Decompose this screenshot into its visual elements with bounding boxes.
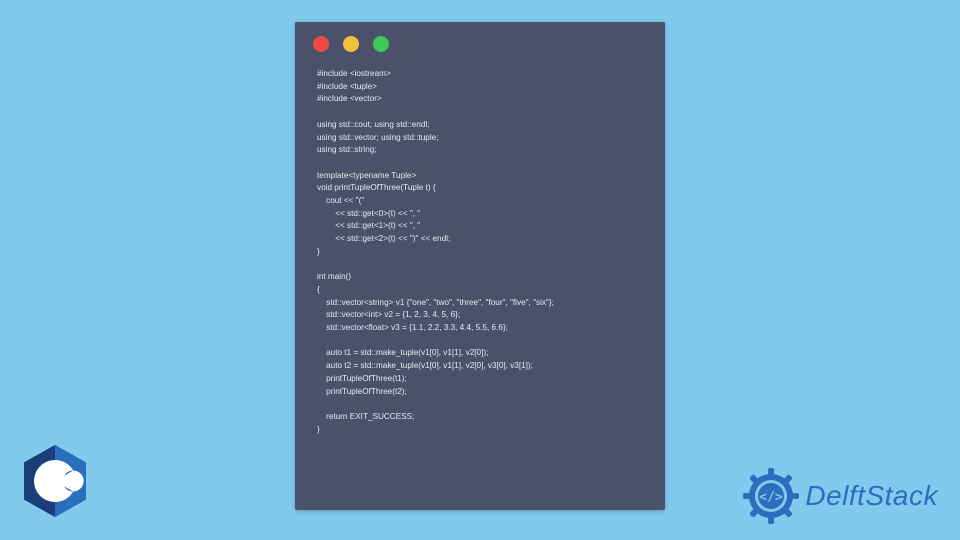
code-window: #include <iostream> #include <tuple> #in… (295, 22, 665, 510)
brand-logo: </> DelftStack (743, 468, 938, 524)
cpp-badge-label: ++ (67, 476, 80, 488)
code-content: #include <iostream> #include <tuple> #in… (295, 60, 665, 454)
svg-text:</>: </> (760, 490, 784, 505)
brand-name: DelftStack (805, 480, 938, 512)
gear-icon: </> (743, 468, 799, 524)
minimize-icon (343, 36, 359, 52)
cpp-logo-icon: ++ C (22, 444, 88, 518)
window-traffic-lights (295, 22, 665, 60)
svg-text:C: C (46, 469, 62, 494)
maximize-icon (373, 36, 389, 52)
close-icon (313, 36, 329, 52)
